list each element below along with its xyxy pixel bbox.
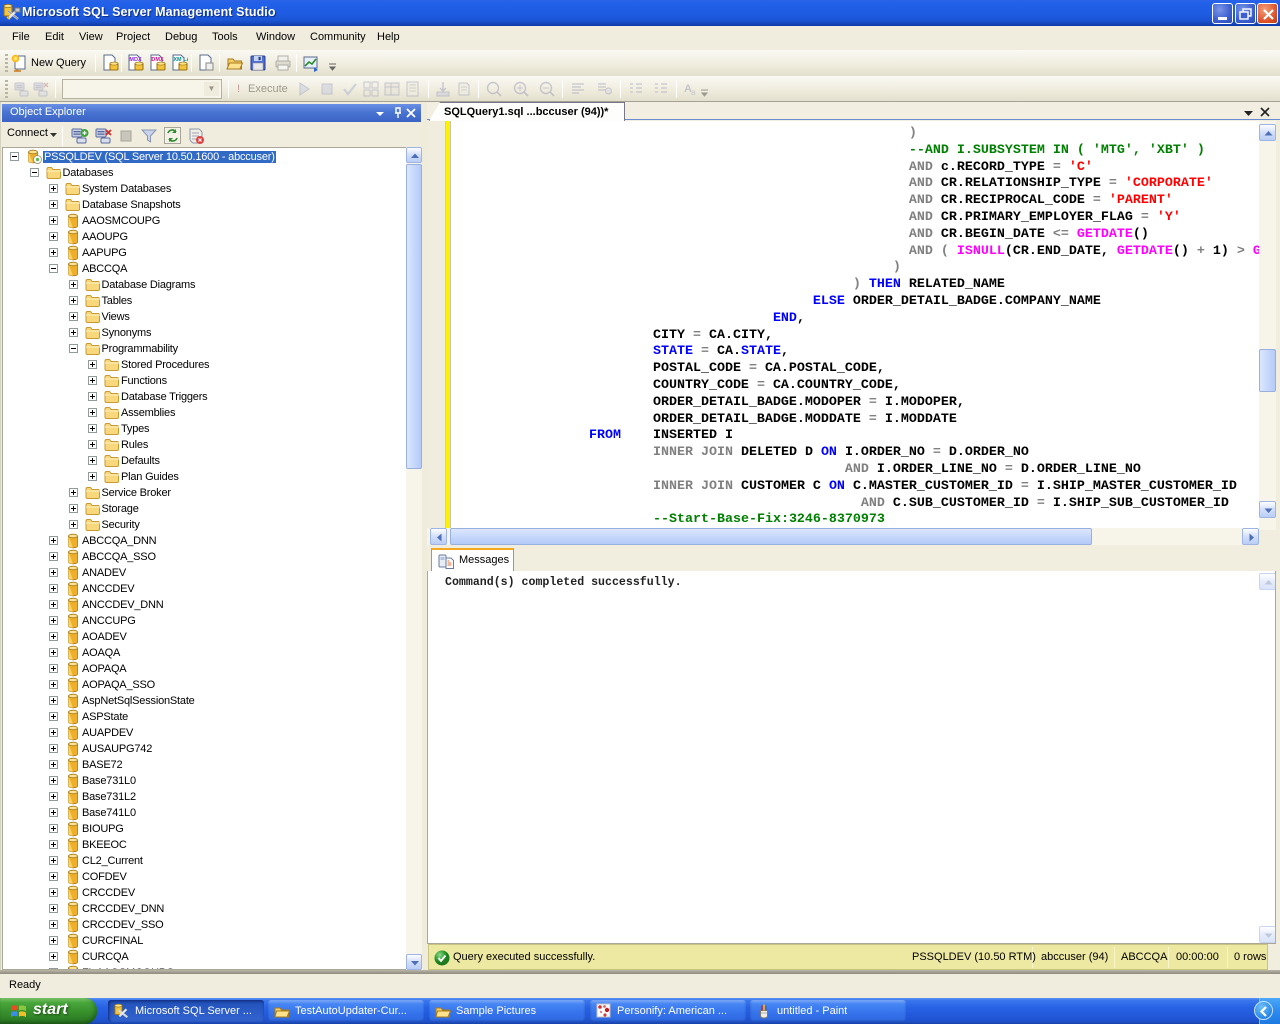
svg-text:a: a: [691, 88, 696, 97]
